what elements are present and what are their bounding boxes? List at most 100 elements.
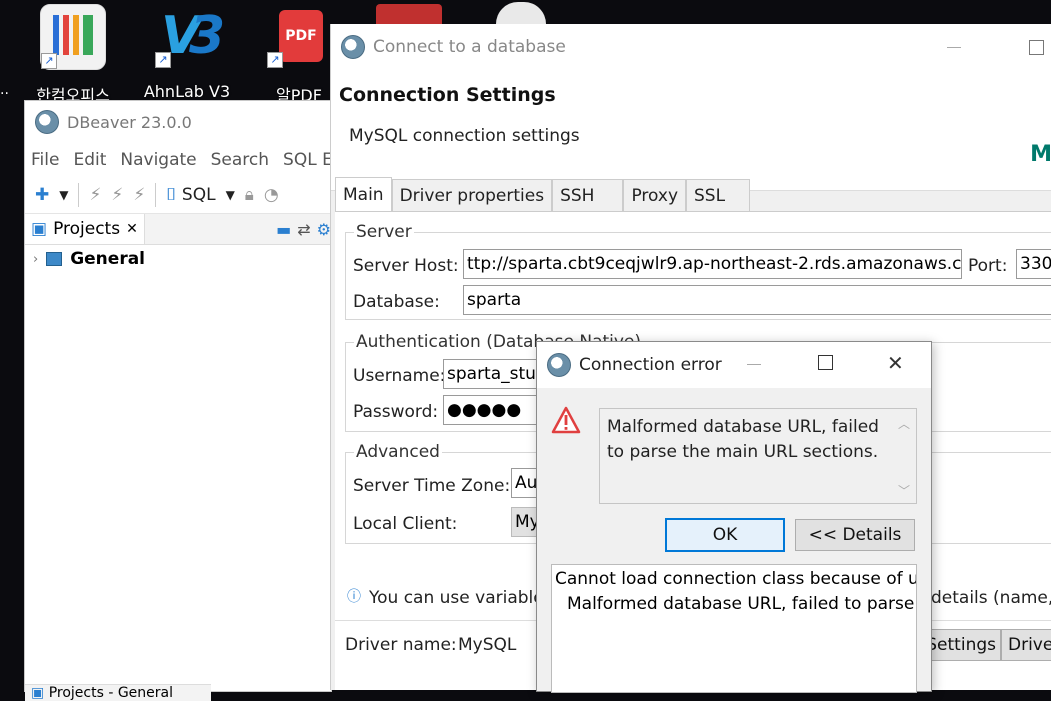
advanced-group-label: Advanced: [354, 442, 442, 462]
minimize-icon[interactable]: [747, 364, 761, 365]
database-input[interactable]: sparta: [463, 285, 1051, 315]
gear-icon[interactable]: ⚙: [317, 220, 331, 239]
bottom-tab-projects-general[interactable]: ▣ Projects - General: [25, 684, 211, 701]
sql-editor-button[interactable]: ⌷ SQL: [166, 185, 215, 205]
gauge-icon[interactable]: ◔: [264, 185, 279, 205]
tab-proxy[interactable]: Proxy: [623, 179, 687, 211]
chevron-down-icon[interactable]: ▼: [59, 188, 68, 202]
desktop-icon-partial[interactable]: [496, 2, 546, 24]
chevron-right-icon[interactable]: ›: [33, 252, 38, 267]
sql-icon: ⌷: [166, 185, 177, 205]
disconnect-plug-icon[interactable]: ⚡: [111, 185, 123, 205]
error-titlebar: Connection error ✕: [537, 342, 931, 388]
desktop-icon-label: AhnLab V3: [143, 82, 231, 101]
server-host-input[interactable]: ttp://sparta.cbt9ceqjwlr9.ap-northeast-2…: [463, 249, 962, 279]
connect-titlebar: Connect to a database: [331, 24, 1051, 70]
main-toolbar: ✚ ▼ ⚡ ⚡ ⚡ ⌷ SQL ▼ 🔒︎ ◔: [25, 177, 331, 214]
connect-header: Connection Settings MySQL connection set…: [331, 70, 1051, 191]
username-input[interactable]: sparta_stud: [443, 359, 548, 389]
toolbar-separator: [78, 183, 80, 207]
timezone-label: Server Time Zone:: [353, 476, 511, 496]
new-connection-icon[interactable]: ✚: [35, 185, 49, 205]
ahnlab-icon: V 3 ↗: [155, 4, 225, 68]
scroll-up-icon[interactable]: ︿: [898, 415, 910, 432]
connect-tabs: Main Driver properties SSH Proxy SSL: [335, 177, 751, 212]
desktop-icon-hancom[interactable]: ↗ 한컴오피스: [28, 4, 118, 105]
desktop-icon-ahnlab[interactable]: V 3 ↗ AhnLab V3: [142, 4, 232, 101]
menu-file[interactable]: File: [31, 150, 59, 170]
menu-bar: File Edit Navigate Search SQL Ed: [25, 143, 331, 177]
username-label: Username:: [353, 366, 446, 386]
error-message: Malformed database URL, failed to parse …: [607, 417, 879, 462]
driver-name-label: Driver name:: [345, 635, 457, 655]
error-dialog-title: Connection error: [579, 355, 722, 375]
dbeaver-titlebar: DBeaver 23.0.0: [25, 101, 331, 143]
minimize-view-icon[interactable]: ▬: [276, 220, 291, 239]
info-icon: ⓘ: [347, 589, 361, 605]
hancom-icon: ↗: [40, 4, 106, 70]
menu-sql-editor[interactable]: SQL Ed: [283, 150, 331, 170]
maximize-icon[interactable]: [818, 355, 833, 370]
port-input[interactable]: 330: [1016, 249, 1051, 279]
dbeaver-logo-icon: [35, 110, 59, 134]
scroll-down-icon[interactable]: ﹀: [898, 482, 910, 499]
error-message-box: Malformed database URL, failed to parse …: [599, 408, 917, 504]
invalidate-icon[interactable]: ⚡: [133, 185, 145, 205]
details-button[interactable]: << Details: [795, 519, 915, 551]
desktop-icon-partial[interactable]: [376, 4, 442, 24]
projects-tabbar: ▣ Projects ✕ ▬ ⇄ ⚙: [25, 214, 331, 245]
port-label: Port:: [968, 256, 1008, 276]
pdf-icon: PDF ↗: [267, 4, 331, 68]
server-group-label: Server: [354, 222, 414, 242]
local-client-label: Local Client:: [353, 514, 458, 534]
projects-icon: ▣: [31, 685, 45, 701]
close-icon[interactable]: ✕: [887, 351, 904, 375]
projects-icon: ▣: [31, 219, 48, 239]
tab-ssl[interactable]: SSL: [686, 179, 751, 211]
warning-icon: [551, 406, 581, 438]
mysql-logo-icon: M: [1030, 142, 1051, 167]
bottom-tab-label: Projects - General: [48, 685, 174, 701]
minimize-icon[interactable]: [947, 46, 961, 48]
tab-driver-properties[interactable]: Driver properties: [391, 179, 553, 211]
menu-search[interactable]: Search: [211, 150, 269, 170]
sql-button-label: SQL: [181, 185, 216, 205]
driver-button[interactable]: Driver: [1001, 629, 1051, 661]
dbeaver-logo-icon: [547, 353, 571, 377]
dbeaver-window: DBeaver 23.0.0 File Edit Navigate Search…: [24, 100, 332, 701]
dbeaver-logo-icon: [341, 35, 365, 59]
window-title: DBeaver 23.0.0: [67, 112, 192, 132]
ok-button[interactable]: OK: [665, 518, 785, 552]
menu-edit[interactable]: Edit: [73, 150, 106, 170]
desktop-dots: ..: [0, 82, 9, 98]
maximize-icon[interactable]: [1029, 39, 1044, 55]
chevron-down-icon[interactable]: ▼: [226, 188, 235, 202]
detail-line-2: Malformed database URL, failed to parse …: [567, 594, 917, 614]
connection-error-dialog: Connection error ✕ Malformed database UR…: [536, 341, 932, 693]
detail-line-1: Cannot load connection class because of …: [555, 569, 917, 589]
tree-item-general[interactable]: › General: [25, 245, 331, 273]
lock-icon[interactable]: 🔒︎: [245, 185, 254, 205]
menu-navigate[interactable]: Navigate: [120, 150, 196, 170]
tab-projects-label: Projects: [53, 219, 121, 239]
database-label: Database:: [353, 292, 440, 312]
toolbar-separator: [155, 183, 157, 207]
info-text-right: details (name, t: [931, 588, 1051, 608]
tab-main[interactable]: Main: [335, 177, 392, 212]
server-host-label: Server Host:: [353, 256, 459, 276]
sync-icon[interactable]: ⇄: [297, 220, 310, 239]
info-text: You can use variable: [369, 588, 544, 608]
connect-plug-icon[interactable]: ⚡: [89, 185, 101, 205]
folder-icon: [46, 252, 63, 266]
close-icon[interactable]: ✕: [126, 221, 138, 237]
driver-name-value: MySQL: [458, 635, 517, 655]
error-details-text: Cannot load connection class because of …: [551, 564, 917, 693]
tab-ssh[interactable]: SSH: [552, 179, 624, 211]
connect-subheading: MySQL connection settings: [349, 126, 580, 146]
tree-item-label: General: [70, 249, 146, 269]
connect-heading: Connection Settings: [339, 84, 556, 106]
tab-projects[interactable]: ▣ Projects ✕: [25, 214, 145, 244]
password-input[interactable]: ●●●●●: [443, 395, 548, 425]
password-label: Password:: [353, 402, 439, 422]
connect-dialog-title: Connect to a database: [373, 37, 566, 57]
